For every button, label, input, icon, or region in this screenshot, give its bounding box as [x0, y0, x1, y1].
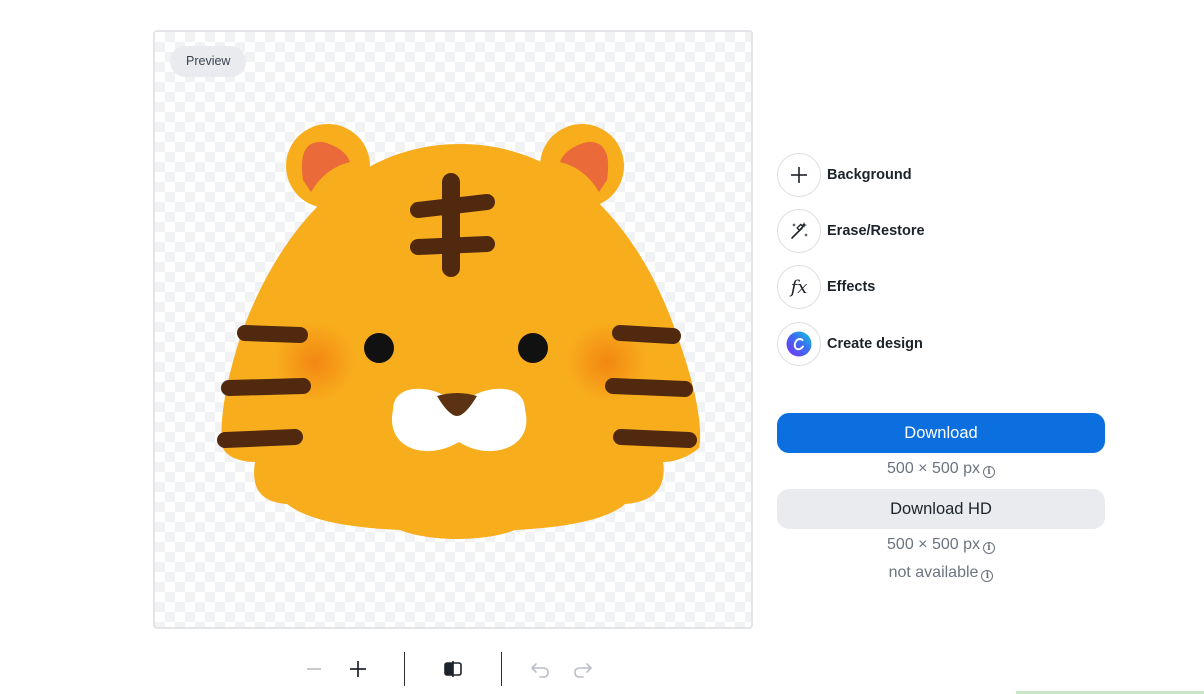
create-design-option[interactable]: Create design: [777, 322, 923, 366]
plus-icon: [791, 167, 807, 183]
download-hd-button[interactable]: Download HD: [777, 489, 1105, 529]
background-button[interactable]: [777, 153, 821, 197]
zoom-in-icon: [350, 661, 366, 677]
erase-restore-label: Erase/Restore: [827, 223, 925, 239]
background-option[interactable]: Background: [777, 153, 912, 197]
zoom-out-button[interactable]: [300, 650, 328, 688]
erase-restore-option[interactable]: Erase/Restore: [777, 209, 925, 253]
fx-icon: fx: [790, 276, 808, 298]
erase-restore-button[interactable]: [777, 209, 821, 253]
download-size: 500 × 500 px i: [777, 458, 1105, 480]
toolbar-divider: [501, 652, 502, 686]
create-design-label: Create design: [827, 336, 923, 352]
compare-button[interactable]: [439, 650, 467, 688]
info-icon[interactable]: i: [981, 570, 994, 582]
effects-option[interactable]: fx Effects: [777, 265, 875, 309]
download-hd-size-text: 500 × 500 px: [887, 536, 980, 553]
info-icon[interactable]: i: [982, 542, 995, 554]
download-hd-status-text: not available: [888, 564, 979, 581]
undo-button[interactable]: [526, 650, 554, 688]
redo-button[interactable]: [569, 650, 597, 688]
compare-icon: [444, 661, 462, 677]
canva-logo-icon: [786, 331, 812, 357]
download-size-text: 500 × 500 px: [887, 460, 980, 477]
effects-button[interactable]: fx: [777, 265, 821, 309]
redo-icon: [574, 663, 592, 678]
magic-wand-icon: [791, 222, 808, 239]
download-button[interactable]: Download: [777, 413, 1105, 453]
zoom-in-button[interactable]: [344, 650, 372, 688]
tiger-image: [217, 124, 701, 539]
download-hd-size: 500 × 500 px i: [777, 534, 1105, 556]
undo-icon: [531, 663, 549, 678]
zoom-out-icon: [307, 668, 321, 670]
toolbar-divider: [404, 652, 405, 686]
background-label: Background: [827, 167, 912, 183]
download-hd-status: not available i: [777, 562, 1105, 584]
create-design-button[interactable]: [777, 322, 821, 366]
effects-label: Effects: [827, 279, 876, 295]
canvas-toolbar: [300, 650, 600, 688]
preview-canvas: Preview: [153, 30, 753, 629]
info-icon[interactable]: i: [982, 466, 995, 478]
preview-badge: Preview: [170, 46, 247, 77]
